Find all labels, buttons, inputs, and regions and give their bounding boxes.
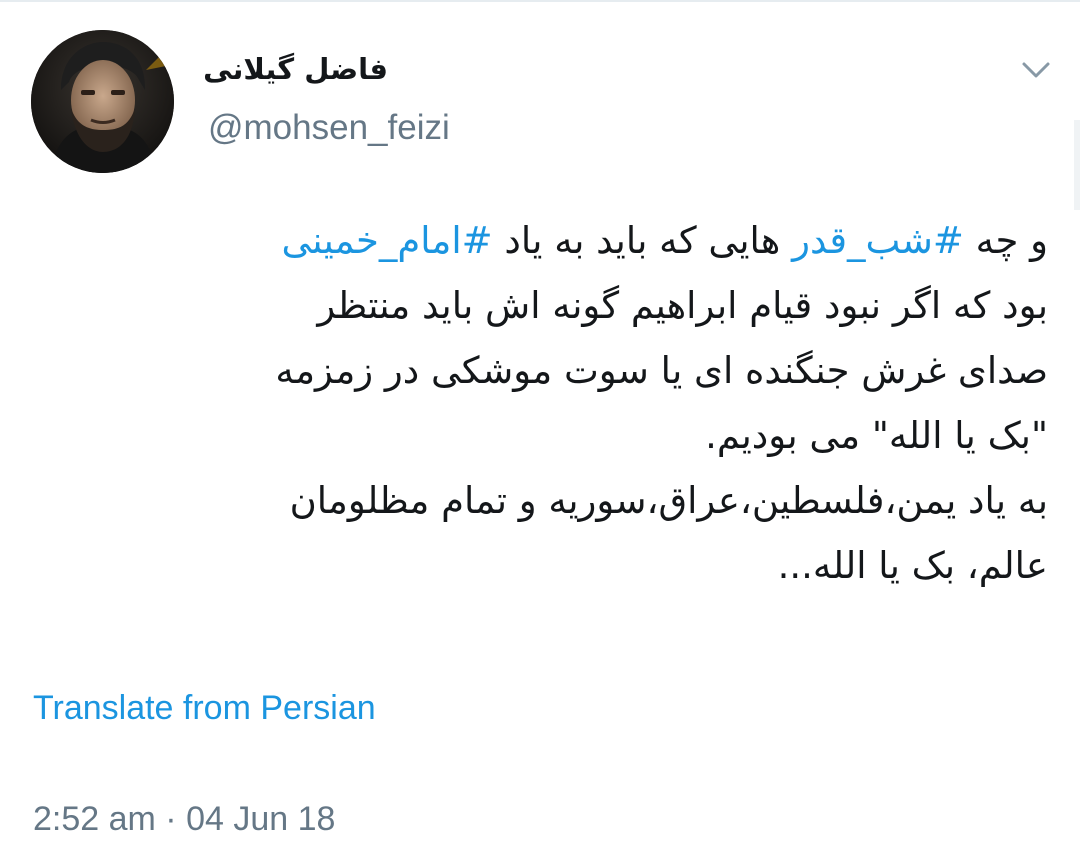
scroll-indicator: [1074, 120, 1080, 210]
hashtag-link[interactable]: #شب_قدر: [792, 219, 964, 262]
tweet-line-4: "بک یا الله" می بودیم.: [705, 414, 1048, 457]
tweet-text: و چه #شب_قدر هایی که باید به یاد #امام_خ…: [40, 208, 1048, 598]
tweet-text-segment: و چه: [963, 219, 1048, 262]
tweet-line-6: عالم، بک یا الله...: [777, 544, 1048, 587]
tweet-timestamp[interactable]: 2:52 am · 04 Jun 18: [33, 800, 335, 839]
translate-link[interactable]: Translate from Persian: [33, 689, 376, 728]
display-name[interactable]: فاضل گیلانی: [203, 52, 388, 86]
tweet-detail-view: فاضل گیلانی @mohsen_feizi و چه #شب_قدر ه…: [0, 0, 1080, 861]
user-handle[interactable]: @mohsen_feizi: [208, 108, 450, 148]
top-divider: [0, 0, 1080, 2]
tweet-line-1: و چه #شب_قدر هایی که باید به یاد #امام_خ…: [40, 208, 1048, 273]
hashtag-link[interactable]: #امام_خمینی: [281, 219, 492, 262]
tweet-line-3: صدای غرش جنگنده ای یا سوت موشکی در زمزمه: [275, 349, 1048, 392]
tweet-line-5: به یاد یمن،فلسطین،عراق،سوریه و تمام مظلو…: [289, 479, 1048, 522]
chevron-down-icon[interactable]: [1016, 56, 1056, 86]
avatar[interactable]: [31, 30, 174, 173]
tweet-line-2: بود که اگر نبود قیام ابراهیم گونه اش بای…: [317, 284, 1048, 327]
tweet-text-segment: هایی که باید به یاد: [492, 219, 793, 262]
